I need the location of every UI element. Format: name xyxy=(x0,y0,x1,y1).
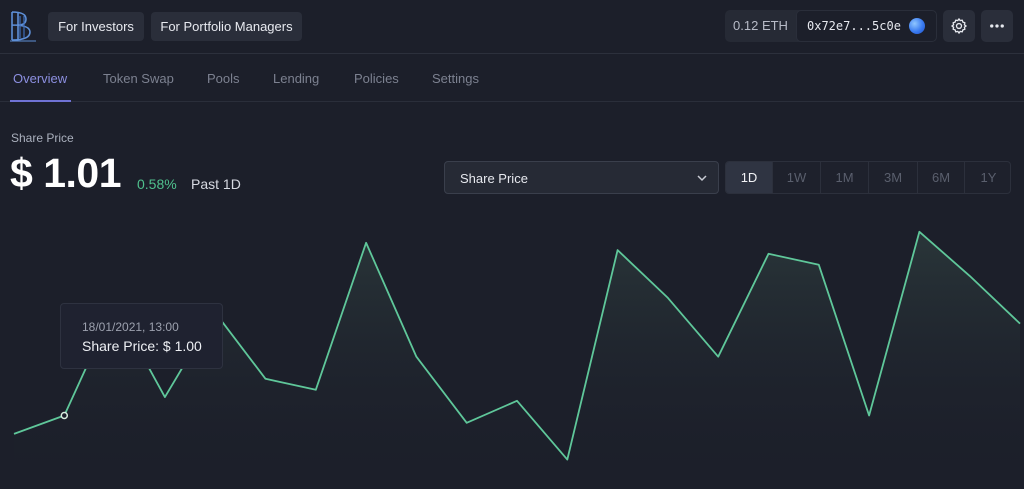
wallet-widget[interactable]: 0.12 ETH 0x72e7...5c0e xyxy=(725,10,937,42)
price-change: 0.58% xyxy=(137,176,177,192)
range-1w-label: 1W xyxy=(786,170,807,185)
tooltip-value: Share Price: $ 1.00 xyxy=(82,338,202,354)
range-6m[interactable]: 6M xyxy=(918,162,965,193)
wallet-balance: 0.12 ETH xyxy=(733,18,788,33)
range-6m-label: 6M xyxy=(931,170,951,185)
price-label: Share Price xyxy=(11,131,74,145)
chart-tooltip: 18/01/2021, 13:00 Share Price: $ 1.00 xyxy=(60,303,223,369)
range-1y[interactable]: 1Y xyxy=(965,162,1010,193)
price-value: $ 1.01 xyxy=(10,150,122,196)
wallet-address[interactable]: 0x72e7...5c0e xyxy=(796,10,937,42)
wallet-avatar xyxy=(909,18,925,34)
chevron-down-icon xyxy=(697,175,707,182)
app-logo[interactable] xyxy=(6,8,42,44)
time-range-group: 1D 1W 1M 3M 6M 1Y xyxy=(725,161,1011,194)
price-period: Past 1D xyxy=(191,176,241,192)
range-1m[interactable]: 1M xyxy=(821,162,869,193)
gear-icon xyxy=(951,18,967,34)
tooltip-date: 18/01/2021, 13:00 xyxy=(82,320,179,334)
tab-overview[interactable]: Overview xyxy=(13,71,67,86)
nav-for-investors-label: For Investors xyxy=(58,19,134,34)
metric-select[interactable]: Share Price xyxy=(444,161,719,194)
range-3m[interactable]: 3M xyxy=(869,162,918,193)
tab-lending[interactable]: Lending xyxy=(273,71,319,86)
wallet-address-text: 0x72e7...5c0e xyxy=(807,19,901,33)
highlighted-data-point[interactable] xyxy=(60,411,69,420)
range-1d-label: 1D xyxy=(740,170,758,185)
range-3m-label: 3M xyxy=(883,170,903,185)
nav-for-portfolio-managers[interactable]: For Portfolio Managers xyxy=(151,12,302,41)
tab-token-swap[interactable]: Token Swap xyxy=(103,71,174,86)
active-tab-indicator xyxy=(10,100,71,102)
range-1d[interactable]: 1D xyxy=(726,162,773,193)
nav-for-investors[interactable]: For Investors xyxy=(48,12,144,41)
settings-button[interactable] xyxy=(943,10,975,42)
more-button[interactable] xyxy=(981,10,1013,42)
more-horizontal-icon xyxy=(990,24,1004,28)
range-1m-label: 1M xyxy=(835,170,854,185)
tab-settings[interactable]: Settings xyxy=(432,71,479,86)
range-1y-label: 1Y xyxy=(980,170,997,185)
chart-points xyxy=(60,411,69,420)
range-1w[interactable]: 1W xyxy=(773,162,821,193)
nav-for-portfolio-managers-label: For Portfolio Managers xyxy=(160,19,293,34)
metric-select-value: Share Price xyxy=(460,171,528,186)
tab-pools[interactable]: Pools xyxy=(207,71,240,86)
top-header: For Investors For Portfolio Managers 0.1… xyxy=(0,0,1024,54)
tab-bar: Overview Token Swap Pools Lending Polici… xyxy=(0,54,1024,102)
tab-policies[interactable]: Policies xyxy=(354,71,399,86)
